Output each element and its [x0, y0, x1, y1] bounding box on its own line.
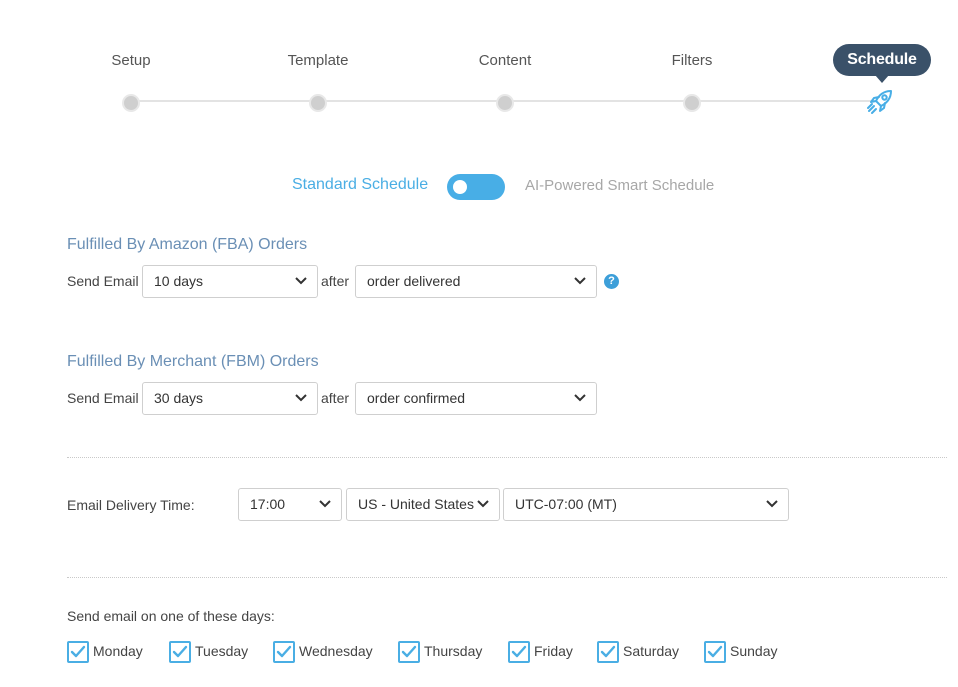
timezone-value: UTC-07:00 (MT) — [515, 496, 617, 512]
fba-send-email-label: Send Email — [67, 273, 139, 289]
smart-schedule-label[interactable]: AI-Powered Smart Schedule — [525, 177, 714, 194]
fbm-section-title: Fulfilled By Merchant (FBM) Orders — [67, 353, 319, 370]
step-setup-dot[interactable] — [122, 94, 140, 112]
step-content-dot[interactable] — [496, 94, 514, 112]
saturday-label: Saturday — [623, 643, 680, 659]
fbm-days-select[interactable]: 30 days — [142, 382, 318, 415]
fbm-event-value: order confirmed — [367, 390, 466, 406]
fba-event-select[interactable]: order delivered — [355, 265, 597, 298]
fba-event-value: order delivered — [367, 273, 461, 289]
thursday-label: Thursday — [424, 643, 483, 659]
fba-days-value: 10 days — [154, 273, 204, 289]
help-icon[interactable]: ? — [604, 274, 619, 289]
tuesday-label: Tuesday — [195, 643, 249, 659]
chevron-down-icon — [574, 277, 586, 285]
checkmark-icon — [401, 645, 417, 658]
schedule-type-toggle[interactable] — [447, 174, 505, 200]
send-days-label: Send email on one of these days: — [67, 608, 275, 624]
wednesday-label: Wednesday — [299, 643, 373, 659]
wednesday-checkbox[interactable] — [273, 641, 295, 663]
chevron-down-icon — [295, 277, 307, 285]
chevron-down-icon — [319, 500, 331, 508]
monday-label: Monday — [93, 643, 143, 659]
rocket-icon[interactable] — [864, 86, 896, 118]
checkmark-icon — [511, 645, 527, 658]
step-template-label: Template — [287, 52, 349, 69]
friday-checkbox[interactable] — [508, 641, 530, 663]
toggle-knob — [453, 180, 467, 194]
fbm-days-value: 30 days — [154, 390, 204, 406]
step-filters-dot[interactable] — [683, 94, 701, 112]
step-schedule-active-label[interactable]: Schedule — [833, 44, 931, 83]
step-template-dot[interactable] — [309, 94, 327, 112]
section-divider — [67, 457, 947, 458]
monday-checkbox[interactable] — [67, 641, 89, 663]
checkmark-icon — [707, 645, 723, 658]
chevron-down-icon — [574, 394, 586, 402]
chevron-down-icon — [295, 394, 307, 402]
chevron-down-icon — [477, 500, 489, 508]
section-divider — [67, 577, 947, 578]
fba-days-select[interactable]: 10 days — [142, 265, 318, 298]
country-select[interactable]: US - United States — [346, 488, 500, 521]
fbm-event-select[interactable]: order confirmed — [355, 382, 597, 415]
delivery-time-label: Email Delivery Time: — [67, 497, 195, 513]
checkmark-icon — [70, 645, 86, 658]
fbm-send-email-label: Send Email — [67, 390, 139, 406]
fba-after-label: after — [321, 273, 350, 289]
saturday-checkbox[interactable] — [597, 641, 619, 663]
checkmark-icon — [600, 645, 616, 658]
wizard-stepper: Setup Template Content Filters Schedule — [0, 0, 958, 130]
fba-section-title: Fulfilled By Amazon (FBA) Orders — [67, 236, 308, 253]
delivery-time-value: 17:00 — [250, 496, 286, 512]
chevron-down-icon — [766, 500, 778, 508]
thursday-checkbox[interactable] — [398, 641, 420, 663]
country-value: US - United States — [358, 496, 474, 512]
sunday-checkbox[interactable] — [704, 641, 726, 663]
fbm-after-label: after — [321, 390, 350, 406]
standard-schedule-label[interactable]: Standard Schedule — [292, 176, 428, 194]
delivery-time-select[interactable]: 17:00 — [238, 488, 342, 521]
checkmark-icon — [276, 645, 292, 658]
schedule-type-row: Standard Schedule AI-Powered Smart Sched… — [0, 172, 958, 200]
sunday-label: Sunday — [730, 643, 778, 659]
tuesday-checkbox[interactable] — [169, 641, 191, 663]
step-content-label: Content — [478, 52, 532, 69]
timezone-select[interactable]: UTC-07:00 (MT) — [503, 488, 789, 521]
friday-label: Friday — [534, 643, 573, 659]
step-filters-label: Filters — [671, 52, 713, 69]
checkmark-icon — [172, 645, 188, 658]
step-setup-label: Setup — [111, 52, 151, 69]
